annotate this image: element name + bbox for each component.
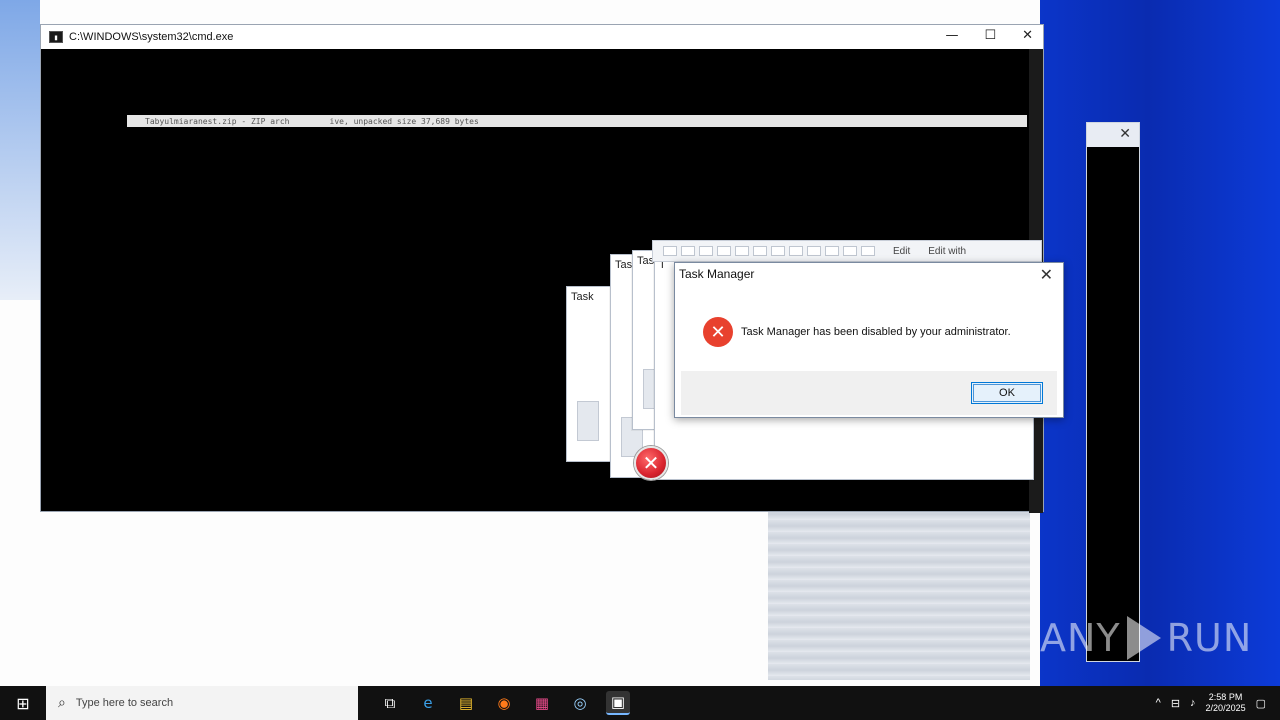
search-icon: ⌕: [58, 695, 66, 711]
dialog-title: Task Manager: [679, 267, 755, 281]
explorer-toolbar-strip: Edit Edit with: [652, 240, 1042, 262]
notification-icon[interactable]: ▢: [1256, 697, 1266, 710]
cmd-output-right: ive, unpacked size 37,689 bytes: [329, 116, 479, 126]
cmd-titlebar: ▮ C:\WINDOWS\system32\cmd.exe — ☐ ✕: [41, 25, 1043, 49]
watermark-right: RUN: [1166, 616, 1253, 660]
watermark-left: ANY: [1040, 616, 1121, 660]
dialog-message: Task Manager has been disabled by your a…: [741, 326, 1011, 338]
taskbar-search[interactable]: ⌕ Type here to search: [46, 686, 358, 720]
cmd-title: C:\WINDOWS\system32\cmd.exe: [69, 31, 234, 43]
ok-button[interactable]: OK: [971, 382, 1043, 404]
side-window-close-icon[interactable]: ✕: [1119, 126, 1131, 142]
cmd-window-controls: — ☐ ✕: [945, 28, 1033, 43]
task-view-icon[interactable]: ⧉: [378, 691, 402, 715]
system-tray: ^ ⊟ ♪ 2:58 PM 2/20/2025 ▢: [1156, 692, 1280, 714]
clock-time: 2:58 PM: [1208, 692, 1243, 702]
edit-with-label[interactable]: Edit with: [928, 246, 966, 257]
edge-icon[interactable]: e: [416, 691, 440, 715]
play-icon: [1126, 616, 1161, 660]
file-explorer-icon[interactable]: ▤: [454, 691, 478, 715]
toolbar-cell: [789, 246, 803, 256]
edit-label[interactable]: Edit: [893, 246, 910, 257]
side-window-titlebar: ✕: [1087, 123, 1139, 147]
toolbar-cell: [843, 246, 857, 256]
toolbar-cell: [663, 246, 677, 256]
taskbar-apps: ⧉ e ▤ ◉ ▦ ◎ ▣: [378, 691, 630, 715]
error-icon: ✕: [634, 446, 668, 480]
anyrun-watermark: ANY RUN: [1040, 616, 1252, 660]
error-icon: ✕: [703, 317, 733, 347]
clock-date: 2/20/2025: [1205, 703, 1246, 713]
cmd-taskbar-icon[interactable]: ▣: [606, 691, 630, 715]
toolbar-cell: [753, 246, 767, 256]
network-icon[interactable]: ⊟: [1171, 697, 1180, 710]
toolbar-cell: [825, 246, 839, 256]
ghost-dialog-button: [577, 401, 599, 441]
cmd-output-line: Tabyulmiaranest.zip - ZIP arch ive, unpa…: [127, 115, 1027, 127]
minimize-icon[interactable]: —: [945, 28, 958, 43]
toolbar-cell: [681, 246, 695, 256]
windows-start-icon[interactable]: ⊞: [0, 686, 46, 720]
toolbar-cell: [861, 246, 875, 256]
dialog-footer: OK: [681, 371, 1057, 415]
search-placeholder: Type here to search: [75, 697, 174, 709]
taskbar: ⊞ ⌕ Type here to search ⧉ e ▤ ◉ ▦ ◎ ▣ ^ …: [0, 686, 1280, 720]
close-icon[interactable]: ✕: [1022, 28, 1033, 43]
dialog-close-icon[interactable]: ✕: [1040, 265, 1053, 284]
apps-grid-icon[interactable]: ▦: [530, 691, 554, 715]
side-window[interactable]: ✕: [1086, 122, 1140, 662]
volume-icon[interactable]: ♪: [1190, 697, 1196, 709]
cmd-output-left: Tabyulmiaranest.zip - ZIP arch: [145, 116, 290, 126]
maximize-icon[interactable]: ☐: [984, 28, 996, 43]
cmd-icon: ▮: [49, 31, 63, 43]
wallpaper-left-strip: [0, 0, 40, 300]
toolbar-cell: [699, 246, 713, 256]
toolbar-cell: [771, 246, 785, 256]
desktop-wallpaper: [1040, 0, 1280, 686]
toolbar-cells: [663, 246, 875, 256]
clock[interactable]: 2:58 PM 2/20/2025: [1206, 692, 1246, 714]
toolbar-cell: [735, 246, 749, 256]
task-manager-dialog[interactable]: Task Manager ✕ ✕ Task Manager has been d…: [674, 262, 1064, 418]
tray-chevron-icon[interactable]: ^: [1156, 697, 1161, 709]
toolbar-cell: [807, 246, 821, 256]
firefox-icon[interactable]: ◉: [492, 691, 516, 715]
chrome-icon[interactable]: ◎: [568, 691, 592, 715]
toolbar-cell: [717, 246, 731, 256]
